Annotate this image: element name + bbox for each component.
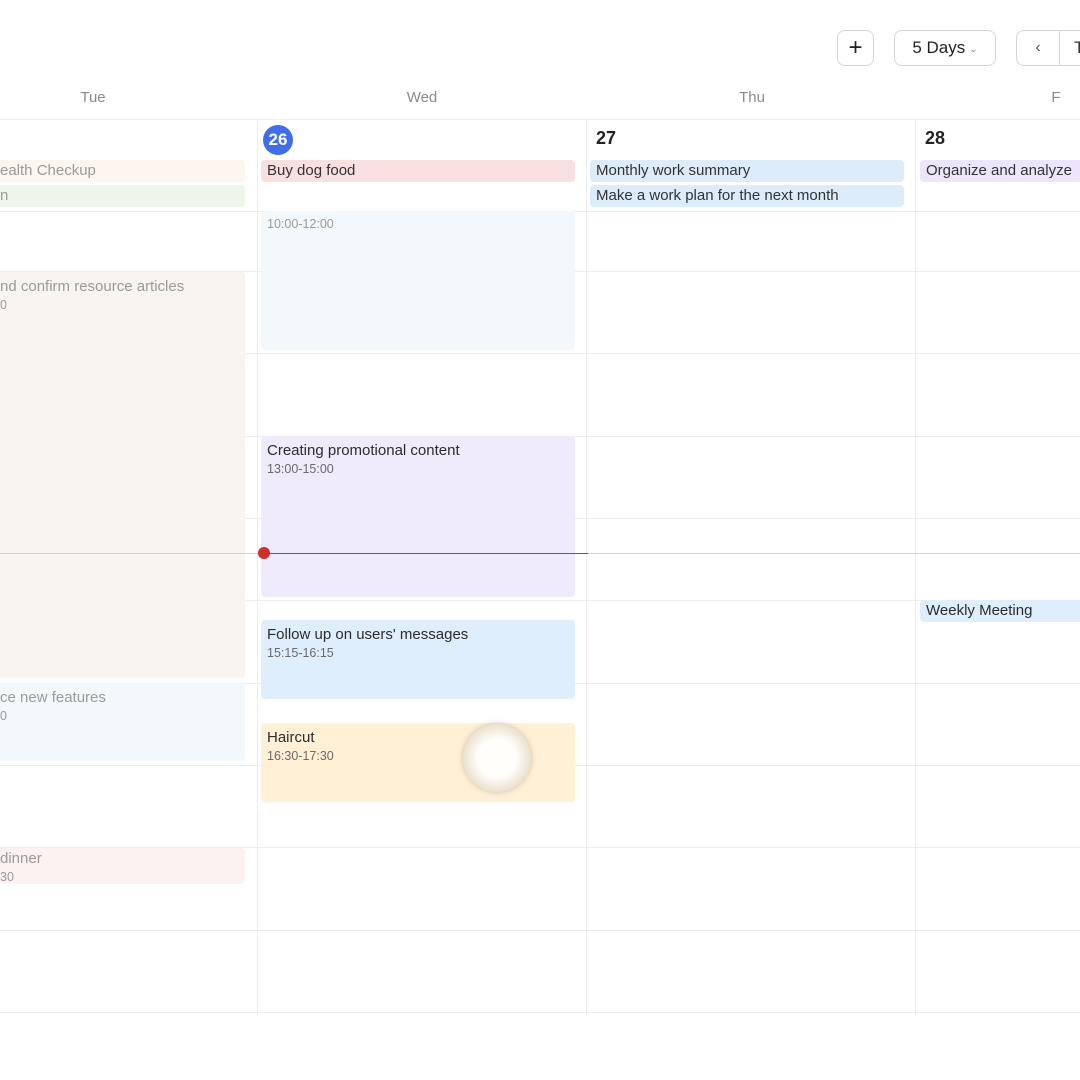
event-block[interactable]: ce new features 0 bbox=[0, 683, 245, 761]
view-selector-button[interactable]: 5 Days ⌄ bbox=[894, 30, 996, 66]
date-nav-group: ‹ T bbox=[1016, 30, 1080, 66]
event-time: 30 bbox=[0, 870, 14, 884]
chevron-down-icon: ⌄ bbox=[969, 43, 978, 55]
day-header-fri: F bbox=[1051, 89, 1061, 106]
event-title: Creating promotional content bbox=[267, 442, 460, 459]
event-block[interactable]: Follow up on users' messages 15:15-16:15 bbox=[261, 620, 575, 699]
event-title: dinner bbox=[0, 850, 42, 867]
allday-event[interactable]: Monthly work summary bbox=[590, 160, 904, 182]
event-time: 0 bbox=[0, 298, 7, 312]
grid-line bbox=[0, 119, 1080, 120]
day-header-tue: Tue bbox=[80, 89, 106, 106]
column-divider bbox=[915, 120, 916, 1015]
event-block[interactable]: Creating promotional content 13:00-15:00 bbox=[261, 436, 575, 597]
today-button[interactable]: T bbox=[1060, 38, 1080, 58]
event-block[interactable]: Weekly Meeting bbox=[920, 600, 1080, 622]
view-selector-label: 5 Days bbox=[912, 38, 966, 57]
allday-event[interactable]: n bbox=[0, 185, 245, 207]
event-title: Follow up on users' messages bbox=[267, 626, 469, 643]
allday-event[interactable]: ealth Checkup bbox=[0, 160, 245, 182]
previous-arrow-icon[interactable]: ‹ bbox=[1017, 31, 1060, 65]
current-time-line-today bbox=[264, 553, 588, 554]
event-time: 0 bbox=[0, 709, 7, 723]
event-time: 13:00-15:00 bbox=[267, 462, 334, 476]
date-today-badge[interactable]: 26 bbox=[263, 125, 293, 155]
current-time-dot bbox=[258, 547, 270, 559]
add-event-button[interactable]: + bbox=[837, 30, 874, 66]
event-block[interactable]: dinner 30 bbox=[0, 848, 245, 884]
touch-cursor-icon bbox=[463, 724, 531, 792]
column-divider bbox=[586, 120, 587, 1015]
event-time: 10:00-12:00 bbox=[267, 217, 334, 231]
allday-event[interactable]: Organize and analyze bbox=[920, 160, 1080, 182]
column-divider bbox=[257, 120, 258, 1015]
day-header-thu: Thu bbox=[739, 89, 765, 106]
event-title: ce new features bbox=[0, 689, 106, 706]
event-block[interactable]: 10:00-12:00 bbox=[261, 211, 575, 350]
grid-line bbox=[0, 1012, 1080, 1013]
grid-line bbox=[0, 930, 1080, 931]
allday-event[interactable]: Buy dog food bbox=[261, 160, 575, 182]
date-number-fri[interactable]: 28 bbox=[925, 128, 945, 149]
date-number-thu[interactable]: 27 bbox=[596, 128, 616, 149]
event-title: Weekly Meeting bbox=[926, 602, 1033, 619]
day-header-wed: Wed bbox=[406, 89, 438, 106]
event-block[interactable]: nd confirm resource articles 0 bbox=[0, 272, 245, 678]
event-time: 15:15-16:15 bbox=[267, 646, 334, 660]
event-title: nd confirm resource articles bbox=[0, 278, 185, 295]
allday-event[interactable]: Make a work plan for the next month bbox=[590, 185, 904, 207]
